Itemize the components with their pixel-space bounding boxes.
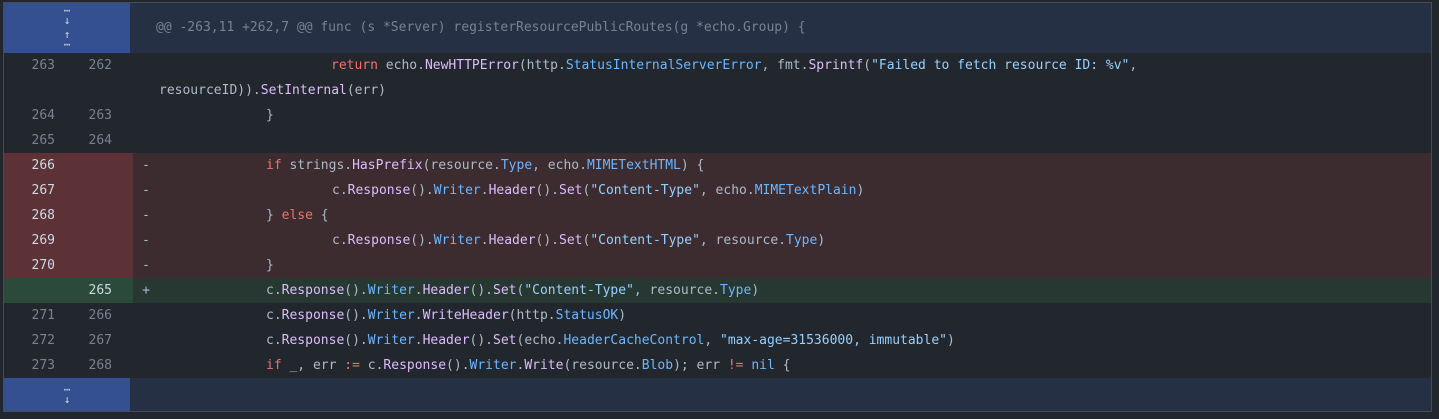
code-line: c.Response().Writer.WriteHeader(http.Sta…	[266, 308, 627, 323]
old-line-number[interactable]: 271	[4, 303, 61, 328]
line-gutter: 271 266	[4, 303, 133, 328]
old-line-number[interactable]: 267	[4, 178, 61, 203]
new-line-number[interactable]: 265	[61, 278, 118, 303]
new-line-number[interactable]	[61, 228, 118, 253]
diff-line-deleted: 269 - c.Response().Writer.Header().Set("…	[4, 228, 1431, 253]
diff-sign	[133, 328, 159, 353]
new-line-number[interactable]: 264	[61, 128, 118, 153]
diff-sign	[133, 128, 159, 153]
new-line-number[interactable]: 267	[61, 328, 118, 353]
new-line-number[interactable]	[61, 253, 118, 278]
diff-sign	[133, 103, 159, 128]
old-line-number[interactable]: 273	[4, 353, 61, 378]
hunk-header-top: ⋯ ↓ ↑ ⋯ @@ -263,11 +262,7 @@ func (s *Serv…	[4, 3, 1431, 53]
diff-line: 263 262 return echo.NewHTTPError(http.St…	[4, 53, 1431, 103]
code-line: c.Response().Writer.Header().Set(echo.He…	[266, 333, 955, 348]
new-line-number[interactable]: 263	[61, 103, 118, 128]
old-line-number[interactable]: 272	[4, 328, 61, 353]
new-line-number[interactable]	[61, 203, 118, 228]
diff-sign: +	[142, 283, 150, 298]
line-gutter: 272 267	[4, 328, 133, 353]
old-line-number[interactable]: 264	[4, 103, 61, 128]
diff-line: 264 263 }	[4, 103, 1431, 128]
code-line: c.Response().Writer.Header().Set("Conten…	[266, 283, 760, 298]
code-line: }	[266, 258, 274, 273]
diff-sign	[133, 353, 159, 378]
line-gutter: 270	[4, 253, 133, 278]
diff-sign: -	[142, 158, 150, 173]
code-line: return echo.NewHTTPError(http.StatusInte…	[159, 58, 1138, 98]
old-line-number[interactable]: 263	[4, 53, 61, 103]
line-gutter: 268	[4, 203, 133, 228]
diff-sign: -	[142, 258, 150, 273]
line-gutter: 265	[4, 278, 133, 303]
diff-sign: -	[142, 183, 150, 198]
diff-sign	[133, 53, 159, 103]
diff-line-deleted: 270 - }	[4, 253, 1431, 278]
diff-line: 271 266 c.Response().Writer.WriteHeader(…	[4, 303, 1431, 328]
code-line: if _, err := c.Response().Writer.Write(r…	[266, 358, 791, 373]
code-line: } else {	[266, 208, 329, 223]
hunk-header-text: @@ -263,11 +262,7 @@ func (s *Server) re…	[156, 20, 806, 35]
old-line-number[interactable]: 266	[4, 153, 61, 178]
new-line-number[interactable]: 262	[61, 53, 118, 103]
code-line: c.Response().Writer.Header().Set("Conten…	[332, 183, 865, 198]
expand-buttons: ⋯ ↓ ↑ ⋯	[4, 3, 130, 53]
diff-line-added: 265 + c.Response().Writer.Header().Set("…	[4, 278, 1431, 303]
new-line-number[interactable]: 266	[61, 303, 118, 328]
old-line-number[interactable]: 269	[4, 228, 61, 253]
new-line-number[interactable]	[61, 178, 118, 203]
expand-buttons: ⋯ ↓	[4, 378, 130, 411]
diff-line: 272 267 c.Response().Writer.Header().Set…	[4, 328, 1431, 353]
line-gutter: 273 268	[4, 353, 133, 378]
line-gutter: 265 264	[4, 128, 133, 153]
expand-up-icon[interactable]: ↑ ⋯	[64, 29, 71, 50]
old-line-number[interactable]	[4, 278, 61, 303]
code-line: if strings.HasPrefix(resource.Type, echo…	[266, 158, 705, 173]
diff-line: 265 264	[4, 128, 1431, 153]
old-line-number[interactable]: 265	[4, 128, 61, 153]
line-gutter: 269	[4, 228, 133, 253]
new-line-number[interactable]	[61, 153, 118, 178]
diff-sign: -	[142, 208, 150, 223]
line-gutter: 263 262	[4, 53, 133, 103]
diff-sign	[133, 303, 159, 328]
expand-down-icon[interactable]: ⋯ ↓	[64, 384, 71, 405]
diff-line-deleted: 268 - } else {	[4, 203, 1431, 228]
diff-line: 273 268 if _, err := c.Response().Writer…	[4, 353, 1431, 378]
line-gutter: 264 263	[4, 103, 133, 128]
expand-down-icon[interactable]: ⋯ ↓	[64, 5, 71, 26]
line-gutter: 266	[4, 153, 133, 178]
hunk-footer-fill	[130, 378, 156, 411]
diff-line-deleted: 267 - c.Response().Writer.Header().Set("…	[4, 178, 1431, 203]
hunk-footer: ⋯ ↓	[4, 378, 1431, 411]
code-line: c.Response().Writer.Header().Set("Conten…	[332, 233, 826, 248]
code-line: }	[266, 108, 274, 123]
diff-line-deleted: 266 - if strings.HasPrefix(resource.Type…	[4, 153, 1431, 178]
diff-sign: -	[142, 233, 150, 248]
new-line-number[interactable]: 268	[61, 353, 118, 378]
old-line-number[interactable]: 270	[4, 253, 61, 278]
diff-view: ⋯ ↓ ↑ ⋯ @@ -263,11 +262,7 @@ func (s *Serv…	[3, 2, 1432, 412]
line-gutter: 267	[4, 178, 133, 203]
old-line-number[interactable]: 268	[4, 203, 61, 228]
